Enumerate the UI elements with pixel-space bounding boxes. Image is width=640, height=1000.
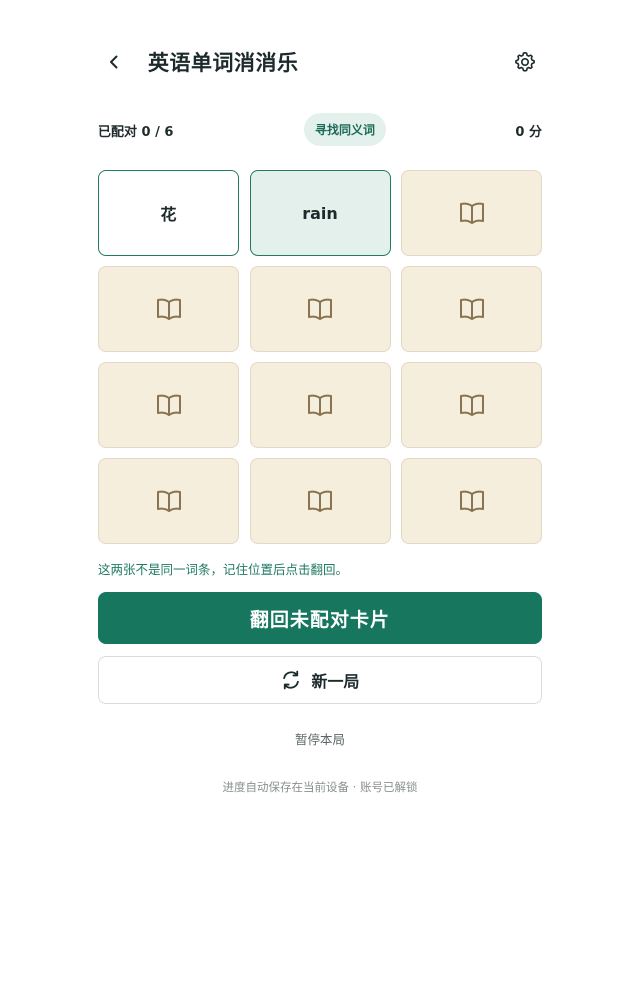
- settings-button[interactable]: [508, 45, 542, 79]
- book-icon: [458, 392, 486, 418]
- card-face-down[interactable]: [249, 362, 391, 448]
- card-face-down[interactable]: [401, 170, 542, 256]
- card-grid: 花 rain: [98, 170, 542, 544]
- book-icon: [155, 296, 183, 322]
- card-face-up[interactable]: rain: [249, 170, 391, 256]
- book-icon: [306, 392, 334, 418]
- game-screen: 英语单词消消乐 已配对 0 / 6 寻找同义词 0 分 花 rain 这两张不是同…: [0, 0, 640, 1000]
- card-face-down[interactable]: [249, 266, 391, 352]
- card-face-down[interactable]: [98, 362, 239, 448]
- score-display: 0 分: [515, 124, 542, 140]
- new-game-label: 新一局: [311, 672, 360, 691]
- card-face-down[interactable]: [401, 266, 542, 352]
- pairs-counter: 已配对 0 / 6: [98, 124, 174, 140]
- pause-link[interactable]: 暂停本局: [0, 729, 640, 748]
- book-icon: [458, 200, 486, 226]
- card-face-down[interactable]: [98, 458, 239, 544]
- new-game-button[interactable]: 新一局: [98, 656, 542, 704]
- page-title: 英语单词消消乐: [148, 51, 299, 75]
- status-row: 已配对 0 / 6 寻找同义词 0 分: [98, 113, 542, 147]
- book-icon: [155, 392, 183, 418]
- book-icon: [306, 488, 334, 514]
- chevron-left-icon: [110, 55, 118, 69]
- header: 英语单词消消乐: [98, 40, 542, 84]
- mode-badge: 寻找同义词: [304, 113, 387, 146]
- card-face-up[interactable]: 花: [98, 170, 239, 256]
- card-face-down[interactable]: [249, 458, 391, 544]
- book-icon: [458, 296, 486, 322]
- back-button[interactable]: [98, 46, 130, 78]
- card-face-down[interactable]: [401, 362, 542, 448]
- card-word: 花: [160, 205, 177, 224]
- footer-note: 进度自动保存在当前设备 · 账号已解锁: [222, 780, 418, 794]
- gear-icon: [515, 52, 535, 72]
- card-face-down[interactable]: [401, 458, 542, 544]
- flip-back-button[interactable]: 翻回未配对卡片: [98, 592, 542, 644]
- refresh-icon: [280, 669, 302, 691]
- book-icon: [458, 488, 486, 514]
- hint-text: 这两张不是同一词条，记住位置后点击翻回。: [98, 562, 349, 577]
- card-word: rain: [302, 203, 338, 223]
- book-icon: [155, 488, 183, 514]
- book-icon: [306, 296, 334, 322]
- card-face-down[interactable]: [98, 266, 239, 352]
